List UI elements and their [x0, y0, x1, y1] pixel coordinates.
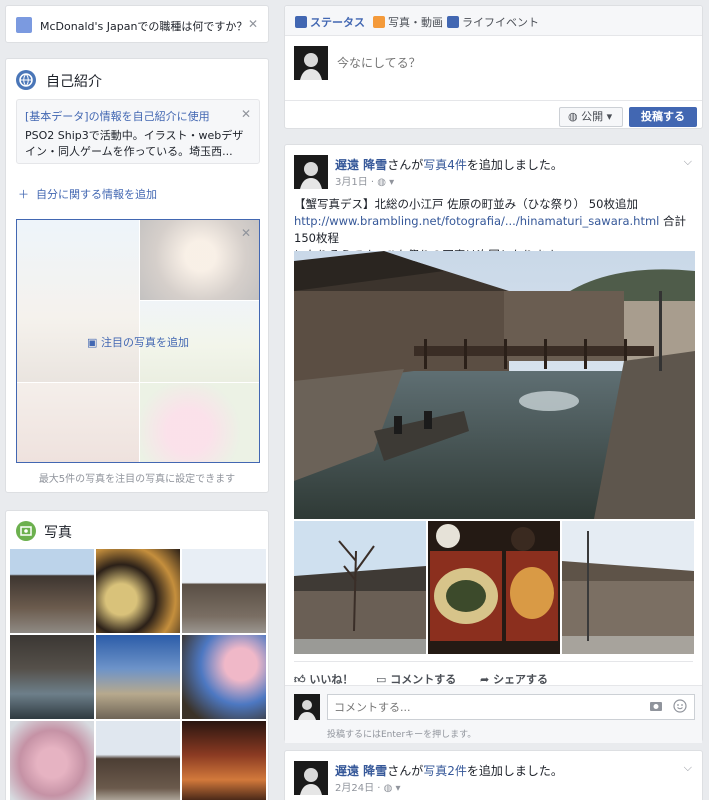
- intro-title: 自己紹介: [46, 74, 102, 90]
- comment-input[interactable]: [327, 694, 695, 720]
- avatar[interactable]: [294, 694, 320, 720]
- post-meta: 2月24日 · ◍ ▾: [335, 783, 401, 794]
- privacy-label: 公開: [581, 110, 604, 123]
- photo-thumb[interactable]: [10, 721, 94, 800]
- add-intro-label: 自分に関する情報を追加: [36, 188, 157, 201]
- photo-thumb[interactable]: [10, 549, 94, 633]
- globe-icon: [16, 70, 36, 90]
- action-pre: さんが: [387, 158, 424, 172]
- photo-thumb[interactable]: [96, 635, 180, 719]
- camera-icon[interactable]: [649, 699, 663, 713]
- composer-footer: ◍ 公開 ▾ 投稿する: [285, 100, 702, 130]
- avatar[interactable]: [294, 155, 328, 189]
- post-photo-thumb[interactable]: [428, 521, 560, 654]
- featured-tile: [140, 383, 259, 462]
- photos-count-link[interactable]: 写真2件: [423, 764, 467, 778]
- feed-post: 遅遠 降雪さんが写真4件を追加しました。 3月1日 · ◍ ▾ ⌵ 【蟹写真デス…: [284, 144, 703, 743]
- globe-icon[interactable]: ◍ ▾: [384, 783, 401, 794]
- action-post: を追加しました。: [466, 158, 563, 172]
- photos-card: 写真: [5, 510, 269, 800]
- tab-status-label: ステータス: [310, 16, 365, 29]
- tab-life-event-label: ライフイベント: [462, 16, 539, 29]
- photo-icon: ▣: [87, 336, 98, 349]
- post-text-line: 【蟹写真デス】北総の小江戸 佐原の町並み（ひな祭り） 50枚追加: [294, 197, 638, 211]
- tab-photo-video-label: 写真・動画: [388, 16, 443, 29]
- post-photo-grid: [294, 251, 695, 654]
- globe-icon: ◍: [568, 110, 578, 123]
- tab-status[interactable]: ステータス: [295, 14, 365, 30]
- intro-notice: [基本データ]の情報を自己紹介に使用 ✕ PSO2 Ship3で活動中。イラスト…: [16, 99, 260, 164]
- comment-area: 投稿するにはEnterキーを押します。: [285, 685, 702, 743]
- avatar[interactable]: [294, 46, 328, 80]
- photos-icon: [16, 521, 36, 541]
- status-composer: ステータス 写真・動画 ライフイベント ◍ 公開 ▾ 投稿する: [284, 5, 703, 129]
- post-url-link[interactable]: http://www.brambling.net/fotografia/.../…: [294, 214, 659, 228]
- photo-thumb[interactable]: [96, 549, 180, 633]
- close-icon[interactable]: ✕: [241, 107, 251, 121]
- use-basic-data-link[interactable]: [基本データ]の情報を自己紹介に使用: [25, 108, 210, 124]
- post-button[interactable]: 投稿する: [629, 107, 697, 127]
- tab-life-event[interactable]: ライフイベント: [447, 14, 539, 30]
- chevron-down-icon: ▾: [606, 110, 613, 123]
- post-meta: 3月1日 · ◍ ▾: [335, 177, 395, 188]
- post-date[interactable]: 3月1日: [335, 177, 368, 188]
- photo-thumb[interactable]: [10, 635, 94, 719]
- close-icon[interactable]: ✕: [241, 226, 251, 240]
- photo-thumb[interactable]: [182, 549, 266, 633]
- featured-note: 最大5件の写真を注目の写真に設定できます: [38, 474, 236, 485]
- feed-post: 遅遠 降雪さんが写真2件を追加しました。 2月24日 · ◍ ▾ ⌵: [284, 750, 703, 800]
- intro-card: 自己紹介 [基本データ]の情報を自己紹介に使用 ✕ PSO2 Ship3で活動中…: [5, 58, 269, 493]
- pencil-icon: [295, 16, 307, 28]
- camera-icon: [373, 16, 385, 28]
- author-link[interactable]: 遅遠 降雪: [335, 764, 387, 778]
- job-prompt-text[interactable]: McDonald's Japanでの職種は何ですか？: [40, 18, 247, 34]
- status-input[interactable]: [337, 56, 637, 70]
- flag-icon: [447, 16, 459, 28]
- close-icon[interactable]: ✕: [248, 17, 258, 31]
- chevron-down-icon[interactable]: ⌵: [684, 155, 692, 169]
- comment-hint: 投稿するにはEnterキーを押します。: [327, 730, 477, 740]
- composer-tabs: ステータス 写真・動画 ライフイベント: [285, 6, 702, 36]
- globe-icon[interactable]: ◍ ▾: [377, 177, 394, 188]
- add-featured-label: 注目の写真を追加: [100, 336, 189, 349]
- author-link[interactable]: 遅遠 降雪: [335, 158, 387, 172]
- job-prompt-card: McDonald's Japanでの職種は何ですか？ ✕: [5, 5, 269, 43]
- post-header: 遅遠 降雪さんが写真4件を追加しました。: [335, 156, 563, 173]
- post-photo-thumb[interactable]: [294, 521, 426, 654]
- chevron-down-icon[interactable]: ⌵: [684, 761, 692, 775]
- plus-icon: ＋: [18, 188, 29, 201]
- post-photo-thumb[interactable]: [562, 521, 694, 654]
- action-pre: さんが: [387, 764, 424, 778]
- featured-tile: [17, 220, 139, 382]
- avatar[interactable]: [294, 761, 328, 795]
- featured-tile: [17, 383, 139, 462]
- emoji-icon[interactable]: [673, 699, 687, 713]
- add-featured-photo[interactable]: ▣ 注目の写真を追加: [17, 334, 259, 350]
- post-header: 遅遠 降雪さんが写真2件を追加しました。: [335, 762, 563, 779]
- intro-bio-text: PSO2 Ship3で活動中。イラスト・webデザイン・同人ゲームを作っている。…: [25, 129, 244, 158]
- photo-thumb[interactable]: [182, 635, 266, 719]
- action-post: を追加しました。: [466, 764, 563, 778]
- photo-thumb[interactable]: [182, 721, 266, 800]
- featured-photos-box[interactable]: ✕ ▣ 注目の写真を追加: [16, 219, 260, 463]
- add-intro-link[interactable]: ＋ 自分に関する情報を追加: [18, 186, 157, 202]
- photo-thumb[interactable]: [96, 721, 180, 800]
- pencil-icon: [16, 17, 32, 33]
- post-date[interactable]: 2月24日: [335, 783, 374, 794]
- post-photo-main[interactable]: [294, 251, 695, 519]
- privacy-selector[interactable]: ◍ 公開 ▾: [559, 107, 623, 127]
- photos-title: 写真: [44, 525, 72, 541]
- tab-photo-video[interactable]: 写真・動画: [373, 14, 443, 30]
- photos-count-link[interactable]: 写真4件: [423, 158, 467, 172]
